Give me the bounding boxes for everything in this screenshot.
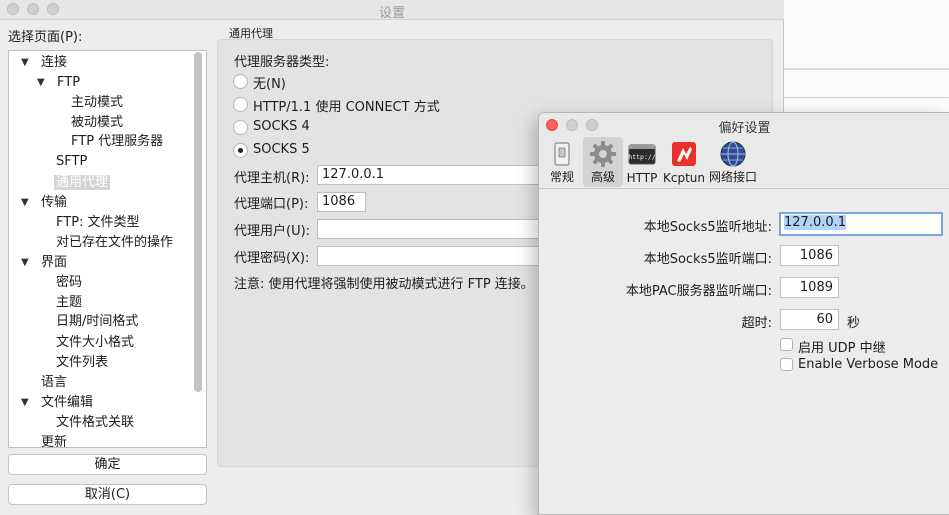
tree-scrollbar[interactable] bbox=[194, 52, 202, 392]
tree-item-themes[interactable]: 主题 bbox=[56, 293, 82, 313]
tree-item-file-exists-action[interactable]: 对已存在文件的操作 bbox=[56, 233, 173, 253]
proxy-port-label: 代理端口(P): bbox=[234, 197, 309, 212]
tab-network-interface[interactable]: 网络接口 bbox=[709, 137, 757, 187]
tree-item-passwords[interactable]: 密码 bbox=[56, 273, 82, 293]
socks5-port-input[interactable]: 1086 bbox=[780, 245, 839, 266]
tree-item-connection[interactable]: ▼ 连接 bbox=[17, 53, 67, 73]
radio-http-connect-label[interactable]: HTTP/1.1 使用 CONNECT 方式 bbox=[253, 96, 440, 115]
proxy-host-input[interactable]: 127.0.0.1 bbox=[317, 165, 547, 185]
radio-no-proxy-label[interactable]: 无(N) bbox=[253, 73, 286, 92]
proxy-port-input[interactable]: 1086 bbox=[317, 192, 366, 212]
proxy-type-label: 代理服务器类型: bbox=[234, 55, 330, 70]
expand-arrow-icon[interactable]: ▼ bbox=[21, 193, 29, 213]
tab-http[interactable]: http:// HTTP bbox=[625, 137, 659, 187]
kcptun-icon bbox=[672, 142, 696, 166]
passive-mode-note: 注意: 使用代理将强制使用被动模式进行 FTP 连接。 bbox=[234, 277, 534, 292]
radio-no-proxy[interactable] bbox=[233, 74, 248, 89]
proxy-password-label: 代理密码(X): bbox=[234, 251, 310, 266]
settings-titlebar: 设置 bbox=[0, 0, 784, 21]
socks5-address-input[interactable]: 127.0.0.1 bbox=[779, 212, 943, 236]
socks5-address-label: 本地Socks5监听地址: bbox=[643, 220, 772, 235]
network-globe-icon bbox=[720, 141, 746, 167]
proxy-user-input[interactable] bbox=[317, 219, 547, 239]
tree-item-generic-proxy[interactable]: 通用代理 bbox=[54, 173, 111, 193]
select-page-label: 选择页面(P): bbox=[8, 30, 83, 45]
tab-kcptun[interactable]: Kcptun bbox=[663, 137, 705, 187]
tree-item-date-time-format[interactable]: 日期/时间格式 bbox=[56, 312, 138, 332]
tree-item-ftp[interactable]: ▼ FTP bbox=[33, 73, 80, 93]
tree-item-file-editing[interactable]: ▼ 文件编辑 bbox=[17, 393, 93, 413]
pac-port-input[interactable]: 1089 bbox=[780, 277, 839, 298]
tree-item-file-types[interactable]: FTP: 文件类型 bbox=[56, 213, 140, 233]
timeout-input[interactable]: 60 bbox=[780, 309, 839, 330]
radio-socks4-label[interactable]: SOCKS 4 bbox=[253, 119, 310, 134]
http-terminal-icon: http:// bbox=[628, 144, 656, 165]
svg-text:http://: http:// bbox=[628, 153, 655, 161]
proxy-host-label: 代理主机(R): bbox=[234, 171, 310, 186]
expand-arrow-icon[interactable]: ▼ bbox=[21, 393, 29, 413]
tree-item-language[interactable]: 语言 bbox=[41, 373, 67, 393]
timeout-label: 超时: bbox=[741, 316, 772, 331]
tree-item-filesize-format[interactable]: 文件大小格式 bbox=[56, 333, 134, 353]
verbose-mode-checkbox[interactable] bbox=[780, 358, 793, 371]
udp-relay-checkbox[interactable] bbox=[780, 338, 793, 351]
tab-advanced[interactable]: 高级 bbox=[583, 137, 623, 187]
radio-http-connect[interactable] bbox=[233, 97, 248, 112]
cancel-button[interactable]: 取消(C) bbox=[8, 484, 207, 505]
ok-button[interactable]: 确定 bbox=[8, 454, 207, 475]
tree-item-filetype-associations[interactable]: 文件格式关联 bbox=[56, 413, 134, 433]
background-divider bbox=[784, 97, 949, 98]
expand-arrow-icon[interactable]: ▼ bbox=[21, 253, 29, 273]
tree-item-passive-mode[interactable]: 被动模式 bbox=[71, 113, 123, 133]
tree-item-active-mode[interactable]: 主动模式 bbox=[71, 93, 123, 113]
tree-item-ftp-proxy[interactable]: FTP 代理服务器 bbox=[71, 132, 163, 152]
background-divider bbox=[784, 68, 949, 70]
tree-item-transfers[interactable]: ▼ 传输 bbox=[17, 193, 67, 213]
preferences-toolbar: 偏好设置 常规 高级 http:// HTTP Kcptun 网络接口 bbox=[539, 113, 949, 189]
pac-port-label: 本地PAC服务器监听端口: bbox=[625, 284, 772, 299]
tree-item-updates[interactable]: 更新 bbox=[41, 433, 67, 447]
tree-item-interface[interactable]: ▼ 界面 bbox=[17, 253, 67, 273]
radio-socks5[interactable] bbox=[233, 143, 248, 158]
preferences-title: 偏好设置 bbox=[718, 121, 771, 136]
tree-item-file-lists[interactable]: 文件列表 bbox=[56, 353, 108, 373]
proxy-password-input[interactable] bbox=[317, 246, 547, 266]
tab-general[interactable]: 常规 bbox=[545, 137, 579, 187]
switch-icon bbox=[554, 142, 570, 166]
preferences-window: 偏好设置 常规 高级 http:// HTTP Kcptun 网络接口 本地So… bbox=[538, 112, 949, 515]
proxy-user-label: 代理用户(U): bbox=[234, 224, 311, 239]
verbose-mode-label[interactable]: Enable Verbose Mode bbox=[798, 357, 938, 372]
expand-arrow-icon[interactable]: ▼ bbox=[37, 73, 45, 93]
radio-socks5-label[interactable]: SOCKS 5 bbox=[253, 142, 310, 157]
radio-socks4[interactable] bbox=[233, 120, 248, 135]
udp-relay-label[interactable]: 启用 UDP 中继 bbox=[798, 337, 886, 356]
gear-icon bbox=[590, 141, 616, 167]
settings-page-tree[interactable]: ▼ 连接 ▼ FTP 主动模式 被动模式 FTP 代理服务器 SFTP 通用代理… bbox=[8, 50, 207, 448]
window-title: 设置 bbox=[378, 6, 405, 21]
timeout-unit: 秒 bbox=[847, 316, 861, 331]
socks5-port-label: 本地Socks5监听端口: bbox=[643, 252, 772, 267]
expand-arrow-icon[interactable]: ▼ bbox=[21, 53, 29, 73]
tree-item-sftp[interactable]: SFTP bbox=[56, 152, 87, 172]
